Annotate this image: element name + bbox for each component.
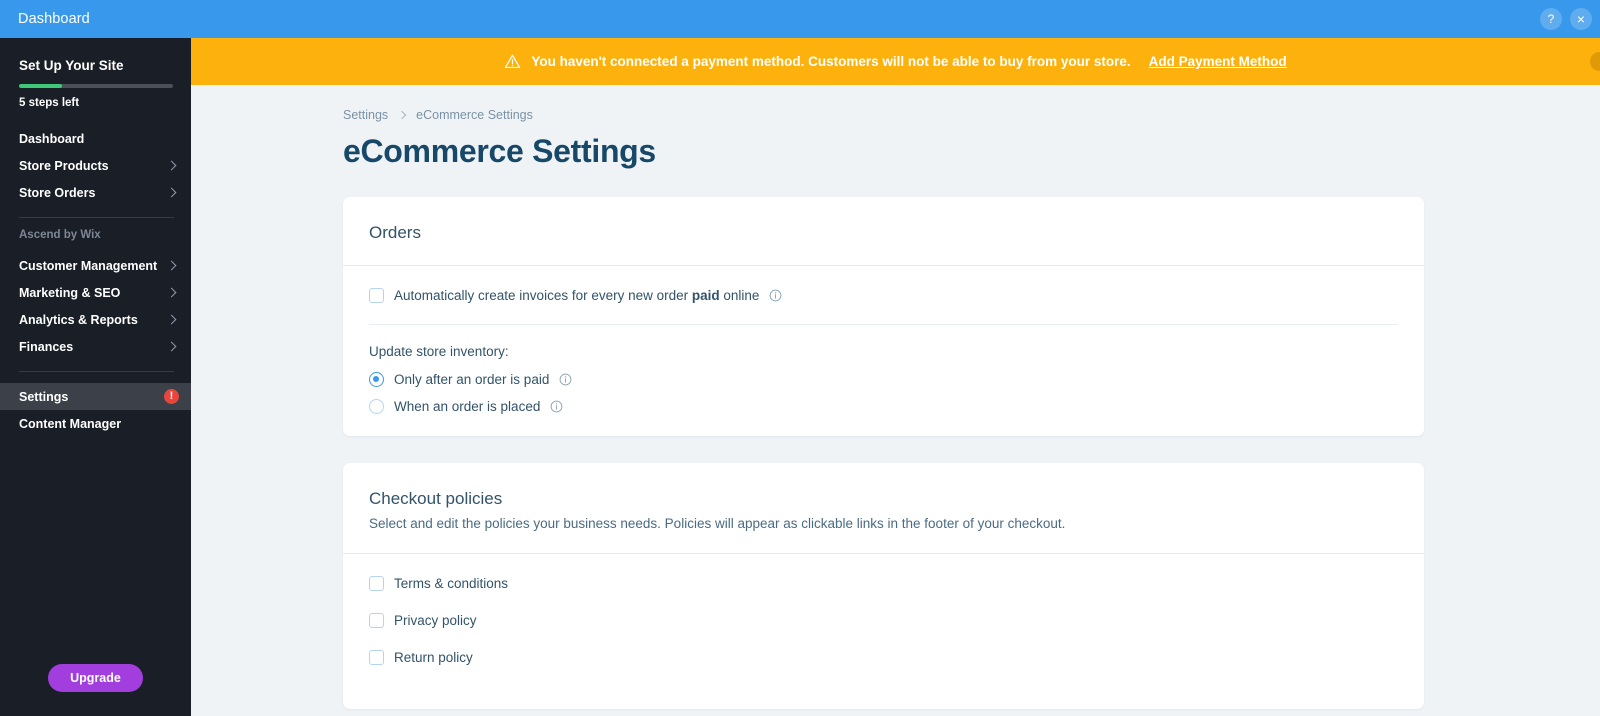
sidebar-item-label: Dashboard xyxy=(19,131,85,146)
policy-row-return[interactable]: Return policy xyxy=(369,650,1398,665)
auto-invoice-checkbox[interactable] xyxy=(369,288,384,303)
inventory-option-paid-row[interactable]: Only after an order is paid xyxy=(369,372,1398,387)
policy-row-privacy[interactable]: Privacy policy xyxy=(369,613,1398,628)
chevron-right-icon xyxy=(397,110,407,120)
help-icon[interactable]: ? xyxy=(1540,8,1562,30)
checkout-policies-header: Checkout policies Select and edit the po… xyxy=(343,463,1424,553)
sidebar-item-label: Store Orders xyxy=(19,185,96,200)
info-icon[interactable] xyxy=(769,289,782,302)
sidebar-item-label: Settings xyxy=(19,389,69,404)
setup-title: Set Up Your Site xyxy=(19,58,124,73)
sidebar-item-settings[interactable]: Settings ! xyxy=(0,383,191,410)
chevron-right-icon xyxy=(166,341,177,352)
policy-checkbox-return[interactable] xyxy=(369,650,384,665)
sidebar-item-label: Analytics & Reports xyxy=(19,312,138,327)
sidebar-item-label: Content Manager xyxy=(19,416,122,431)
setup-progress-bar xyxy=(19,84,173,88)
sidebar-item-label: Finances xyxy=(19,339,74,354)
sidebar-nav-bottom: Settings ! Content Manager xyxy=(0,383,191,437)
orders-card-title: Orders xyxy=(369,223,421,242)
setup-widget: Set Up Your Site 5 steps left xyxy=(0,38,191,109)
sidebar-item-content-manager[interactable]: Content Manager xyxy=(0,410,191,437)
inventory-radio-placed[interactable] xyxy=(369,399,384,414)
close-icon[interactable]: × xyxy=(1570,8,1592,30)
orders-card-header: Orders xyxy=(343,197,1424,265)
breadcrumb: Settings eCommerce Settings xyxy=(343,108,1600,122)
sidebar-item-label: Customer Management xyxy=(19,258,158,273)
sidebar-divider xyxy=(19,371,174,372)
alert-badge-icon: ! xyxy=(164,389,179,404)
chevron-right-icon xyxy=(166,187,177,198)
inventory-option-label: Only after an order is paid xyxy=(394,372,550,387)
topbar-actions: ? × xyxy=(1540,0,1592,38)
add-payment-method-link[interactable]: Add Payment Method xyxy=(1149,54,1287,69)
payment-method-banner: You haven't connected a payment method. … xyxy=(191,38,1600,85)
inventory-option-placed-row[interactable]: When an order is placed xyxy=(369,399,1398,414)
orders-card-body: Automatically create invoices for every … xyxy=(343,266,1424,436)
sidebar-item-label: Store Products xyxy=(19,158,109,173)
policy-label: Return policy xyxy=(394,650,473,665)
auto-invoice-label: Automatically create invoices for every … xyxy=(394,288,759,303)
main-content: Settings eCommerce Settings eCommerce Se… xyxy=(191,85,1600,716)
chevron-right-icon xyxy=(166,287,177,298)
policy-checkbox-terms[interactable] xyxy=(369,576,384,591)
warning-triangle-icon xyxy=(505,54,521,69)
upgrade-container: Upgrade xyxy=(0,664,191,692)
auto-invoice-text-before: Automatically create invoices for every … xyxy=(394,288,692,303)
setup-steps-left: 5 steps left xyxy=(19,97,80,109)
sidebar-group-label: Ascend by Wix xyxy=(19,229,101,241)
checkout-policies-body: Terms & conditions Privacy policy Return… xyxy=(343,554,1424,709)
breadcrumb-current: eCommerce Settings xyxy=(416,108,533,122)
sidebar-item-marketing-seo[interactable]: Marketing & SEO xyxy=(0,279,191,306)
sidebar-item-store-orders[interactable]: Store Orders xyxy=(0,179,191,206)
top-bar: Dashboard ? × xyxy=(0,0,1600,38)
setup-progress-fill xyxy=(19,84,63,88)
policy-checkbox-privacy[interactable] xyxy=(369,613,384,628)
checkout-policies-title: Checkout policies xyxy=(369,489,503,508)
sidebar-item-customer-management[interactable]: Customer Management xyxy=(0,252,191,279)
inventory-option-label: When an order is placed xyxy=(394,399,541,414)
sidebar-item-finances[interactable]: Finances xyxy=(0,333,191,360)
sidebar-item-store-products[interactable]: Store Products xyxy=(0,152,191,179)
upgrade-button[interactable]: Upgrade xyxy=(48,664,143,692)
info-icon[interactable] xyxy=(550,400,563,413)
banner-close-icon[interactable] xyxy=(1590,52,1600,71)
checkout-policies-subtitle: Select and edit the policies your busine… xyxy=(369,516,1066,531)
sidebar: Set Up Your Site 5 steps left Dashboard … xyxy=(0,38,191,716)
chevron-right-icon xyxy=(166,160,177,171)
sidebar-nav-ascend: Customer Management Marketing & SEO Anal… xyxy=(0,252,191,360)
sidebar-nav-primary: Dashboard Store Products Store Orders xyxy=(0,125,191,206)
policy-label: Terms & conditions xyxy=(394,576,509,591)
auto-invoice-text-bold: paid xyxy=(691,288,720,303)
sidebar-item-label: Marketing & SEO xyxy=(19,285,121,300)
sidebar-divider xyxy=(19,217,174,218)
policy-label: Privacy policy xyxy=(394,613,477,628)
sidebar-item-analytics-reports[interactable]: Analytics & Reports xyxy=(0,306,191,333)
chevron-right-icon xyxy=(166,260,177,271)
inventory-label: Update store inventory: xyxy=(369,344,509,359)
auto-invoice-row[interactable]: Automatically create invoices for every … xyxy=(369,288,1398,303)
info-icon[interactable] xyxy=(559,373,572,386)
orders-card: Orders Automatically create invoices for… xyxy=(343,197,1424,436)
page-title: eCommerce Settings xyxy=(343,133,656,169)
inner-divider xyxy=(369,324,1398,325)
inventory-radio-paid[interactable] xyxy=(369,372,384,387)
auto-invoice-text-after: online xyxy=(719,288,760,303)
checkout-policies-card: Checkout policies Select and edit the po… xyxy=(343,463,1424,709)
topbar-title: Dashboard xyxy=(18,11,90,27)
policy-row-terms[interactable]: Terms & conditions xyxy=(369,576,1398,591)
banner-message: You haven't connected a payment method. … xyxy=(531,54,1131,69)
chevron-right-icon xyxy=(166,314,177,325)
sidebar-item-dashboard[interactable]: Dashboard xyxy=(0,125,191,152)
breadcrumb-parent[interactable]: Settings xyxy=(343,108,388,122)
